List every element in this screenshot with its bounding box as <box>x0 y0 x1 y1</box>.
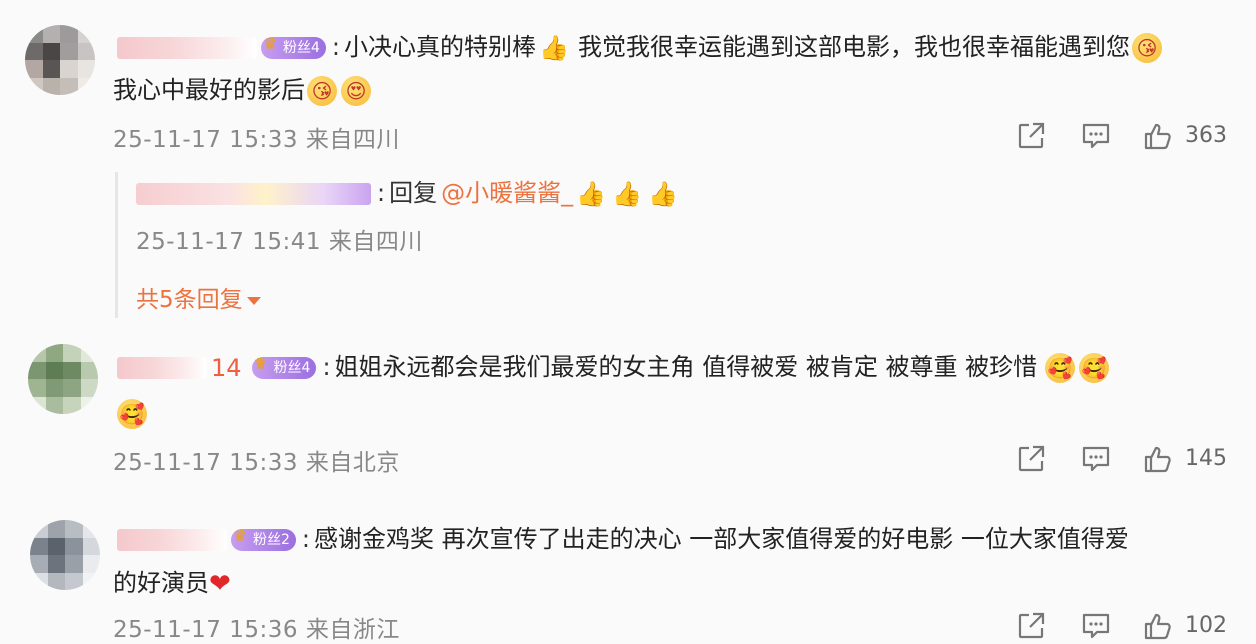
heart-icon: ❤ <box>209 569 231 599</box>
location: 来自浙江 <box>305 617 400 643</box>
comment-meta: 25-11-17 15:36 来自浙江 <box>113 610 400 644</box>
comment-icon[interactable] <box>1080 443 1112 475</box>
comment-text: 姐姐永远都会是我们最爱的女主角 值得被爱 被肯定 被尊重 被珍惜 <box>334 353 1038 381</box>
location: 来自北京 <box>305 450 400 476</box>
timestamp: 25-11-17 15:41 <box>136 229 321 255</box>
fan-badge[interactable]: ♛ 粉丝4 <box>261 34 326 59</box>
crown-icon: ♛ <box>233 526 248 545</box>
action-bar: 363 <box>1010 120 1240 154</box>
emoji-face-icon: 😘 <box>1132 33 1163 63</box>
share-icon[interactable] <box>1015 610 1047 642</box>
crown-icon: ♛ <box>263 34 278 53</box>
timestamp: 25-11-17 15:33 <box>113 450 298 476</box>
share-icon[interactable] <box>1015 120 1047 152</box>
username-blurred[interactable] <box>117 529 227 551</box>
caret-down-icon <box>246 296 261 305</box>
more-replies-link[interactable]: 共5条回复 <box>136 280 261 314</box>
reply-prefix: 回复 <box>389 179 438 207</box>
comment-text-line2: 的好演员❤ <box>113 569 231 599</box>
crown-icon: ♛ <box>253 354 268 373</box>
username-blurred[interactable] <box>117 357 207 379</box>
emoji-face-icon: 🥰 <box>1079 353 1110 383</box>
emoji-face-icon: 🥰 <box>1045 353 1076 383</box>
like-icon[interactable] <box>1142 443 1174 475</box>
timestamp: 25-11-17 15:33 <box>113 127 298 153</box>
emoji-face-icon: 😍 <box>341 76 371 106</box>
avatar[interactable] <box>25 25 95 95</box>
location: 来自四川 <box>305 127 400 153</box>
comment-icon[interactable] <box>1080 610 1112 642</box>
fan-badge[interactable]: ♛ 粉丝4 <box>251 354 317 379</box>
thumbs-up-icon: 👍 <box>648 180 679 208</box>
comment-meta: 25-11-17 15:33 来自四川 <box>113 120 400 154</box>
action-bar: 102 <box>1010 610 1240 644</box>
comment-header: ♛ 粉丝4: 小决心真的特别棒 👍 我觉我很幸运能遇到这部电影，我也很幸福能遇到您 😘 <box>117 30 1164 64</box>
share-icon[interactable] <box>1015 443 1047 475</box>
thumbs-up-icon: 👍 <box>576 180 607 208</box>
username-blurred[interactable] <box>117 37 257 59</box>
timestamp: 25-11-17 15:36 <box>113 617 298 643</box>
emoji-face-icon: 😘 <box>307 76 337 106</box>
comment-item: ♛ 粉丝2: 感谢金鸡奖 再次宣传了出走的决心 一部大家值得爱的好电影 一位大家值得… <box>0 500 1256 643</box>
comment-meta: 25-11-17 15:33 来自北京 <box>113 443 400 477</box>
avatar[interactable] <box>28 344 98 414</box>
mention-link[interactable]: @小暖酱酱_ <box>441 179 573 207</box>
action-bar: 145 <box>1010 443 1240 477</box>
reply-meta: 25-11-17 15:41 来自四川 <box>136 222 423 256</box>
thumbs-up-icon: 👍 <box>539 34 569 62</box>
comment-text-line2: 我心中最好的影后 😘 😍 <box>113 73 373 107</box>
username-suffix: 14 <box>211 354 242 382</box>
comment-item: 14 ♛ 粉丝4: 姐姐永远都会是我们最爱的女主角 值得被爱 被肯定 被尊重 被珍惜 🥰… <box>0 330 1256 500</box>
comment-text-continued: 我觉我很幸运能遇到这部电影，我也很幸福能遇到您 <box>578 33 1131 61</box>
comment-header: 14 ♛ 粉丝4: 姐姐永远都会是我们最爱的女主角 值得被爱 被肯定 被尊重 被珍惜 🥰… <box>117 350 1111 385</box>
location: 来自四川 <box>328 229 423 255</box>
comment-text: 感谢金鸡奖 再次宣传了出走的决心 一部大家值得爱的好电影 一位大家值得爱 <box>314 525 1129 553</box>
fan-badge[interactable]: ♛ 粉丝2 <box>231 526 296 551</box>
like-count: 363 <box>1185 123 1227 148</box>
like-icon[interactable] <box>1142 610 1174 642</box>
comment-icon[interactable] <box>1080 120 1112 152</box>
comment-item: ♛ 粉丝4: 小决心真的特别棒 👍 我觉我很幸运能遇到这部电影，我也很幸福能遇到您 😘 我… <box>0 0 1256 330</box>
like-icon[interactable] <box>1142 120 1174 152</box>
thumbs-up-icon: 👍 <box>612 180 643 208</box>
comment-text: 小决心真的特别棒 <box>344 33 537 61</box>
emoji-face-icon: 🥰 <box>117 399 147 429</box>
avatar[interactable] <box>30 520 100 590</box>
reply-item: : 回复 @小暖酱酱_ 👍 👍 👍 <box>136 176 681 210</box>
reply-thread: : 回复 @小暖酱酱_ 👍 👍 👍 25-11-17 15:41 来自四川 共5条回复 <box>115 172 1218 318</box>
comment-header: ♛ 粉丝2: 感谢金鸡奖 再次宣传了出走的决心 一部大家值得爱的好电影 一位大家值得… <box>117 522 1129 556</box>
like-count: 102 <box>1185 613 1227 638</box>
username-blurred[interactable] <box>136 183 371 205</box>
comment-text-line2: 🥰 <box>115 396 149 430</box>
like-count: 145 <box>1185 446 1227 471</box>
